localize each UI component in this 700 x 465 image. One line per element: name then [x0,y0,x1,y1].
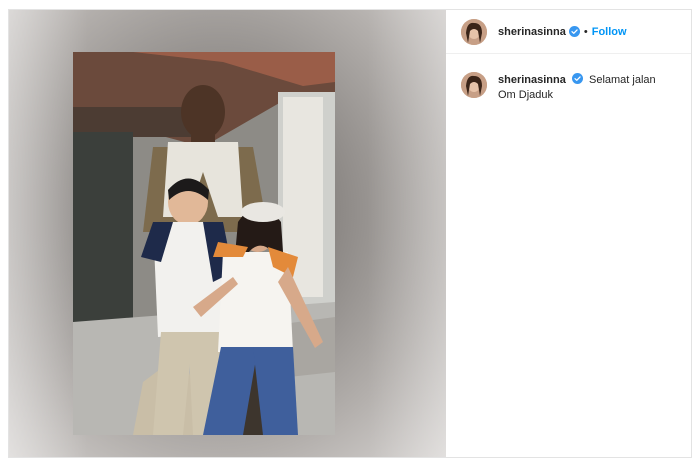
post-media-area[interactable] [9,10,446,457]
avatar-image [461,72,487,98]
avatar-image [461,18,487,45]
author-avatar[interactable] [461,18,487,45]
post-side-panel: sherinasinna • Follow sherinasinna Selam… [446,10,691,457]
instagram-post: sherinasinna • Follow sherinasinna Selam… [8,9,692,458]
caption-text-block: sherinasinna Selamat jalan Om Djaduk [498,73,658,103]
post-header: sherinasinna • Follow [446,10,691,54]
verified-badge-icon [571,73,583,84]
author-username[interactable]: sherinasinna [498,26,566,38]
post-photo[interactable] [73,52,335,435]
follow-button[interactable]: Follow [592,26,627,38]
caption-comment: sherinasinna Selamat jalan Om Djaduk [446,54,691,103]
separator-dot: • [583,25,588,38]
caption-author-avatar[interactable] [461,72,487,98]
photo-image [73,52,335,435]
verified-badge-icon [568,26,580,37]
caption-username[interactable]: sherinasinna [498,74,566,86]
